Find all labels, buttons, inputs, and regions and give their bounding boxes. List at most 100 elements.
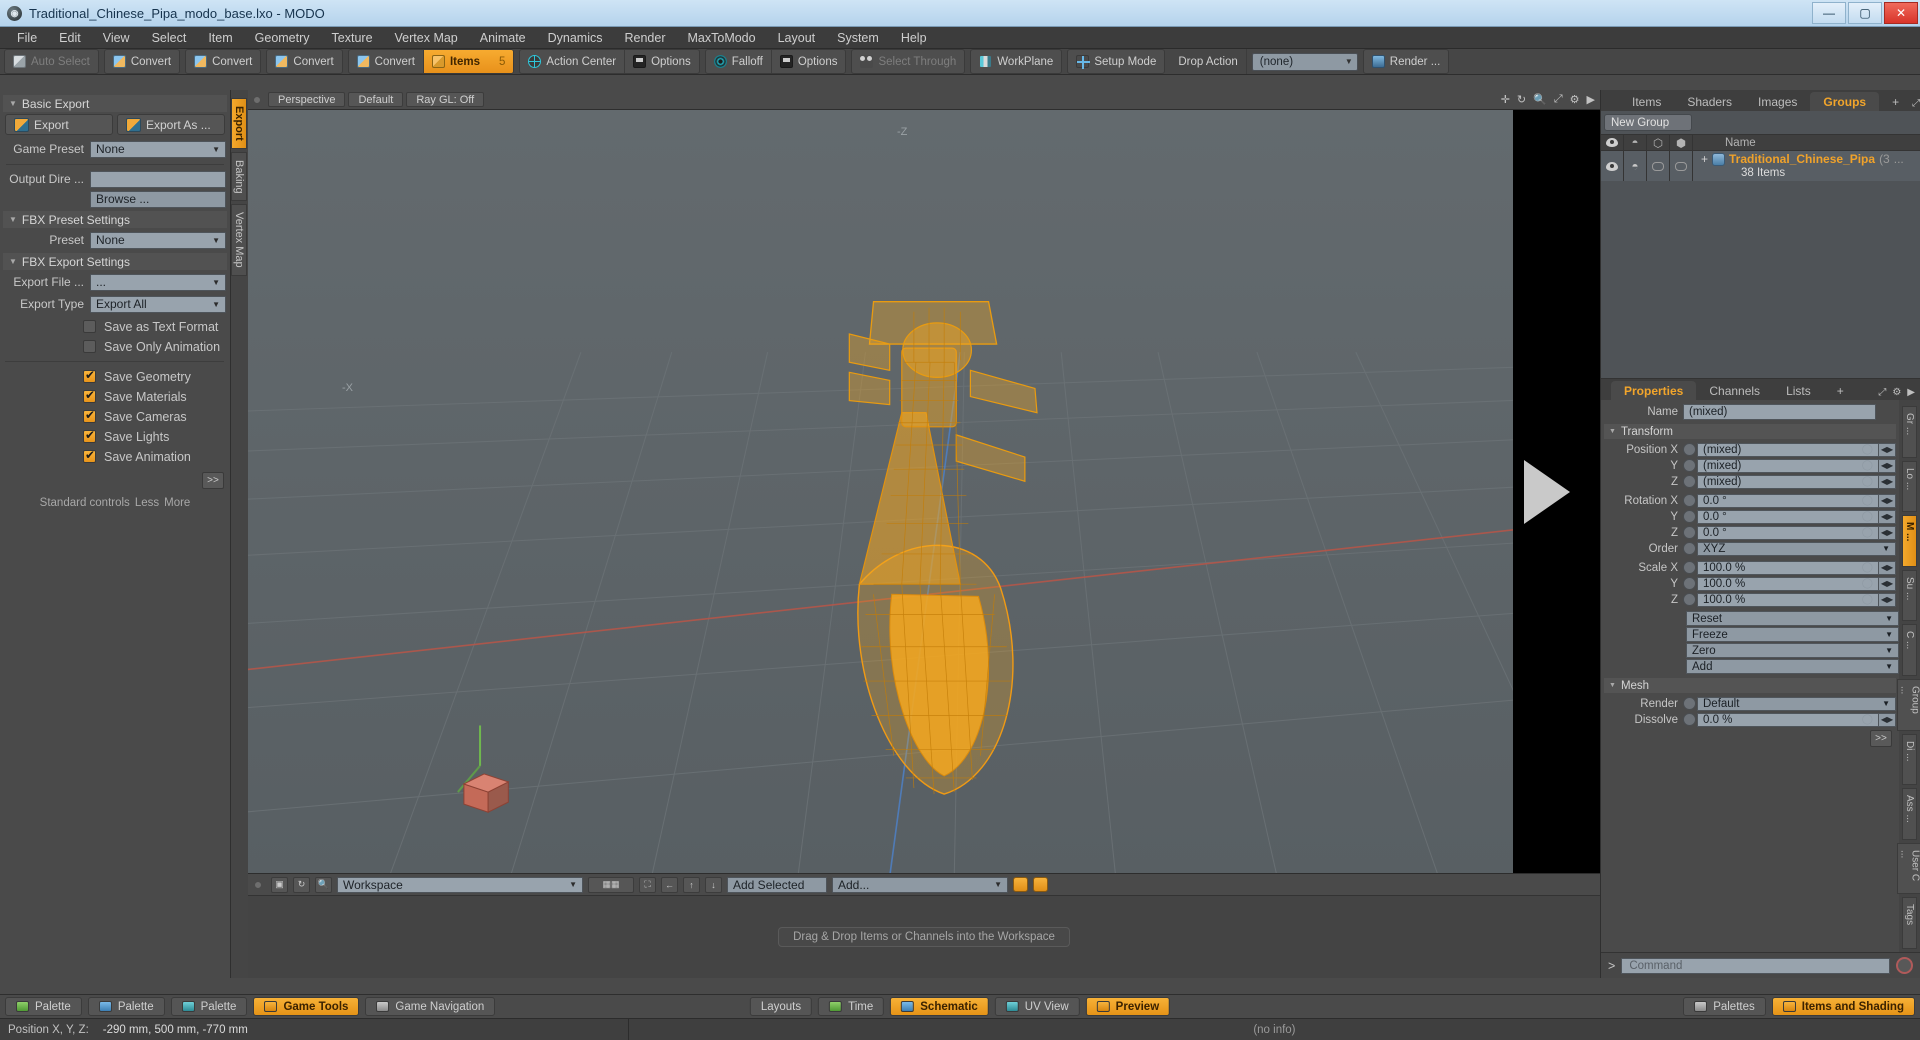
mesh-dropdown[interactable]: Default ▼ bbox=[1697, 696, 1896, 711]
spinner-icon[interactable]: ◀▶ bbox=[1879, 712, 1896, 727]
checkbox-icon[interactable] bbox=[83, 408, 96, 423]
channel-knob-icon[interactable] bbox=[1683, 510, 1696, 523]
toolbar-button-render[interactable]: Render ... bbox=[1364, 50, 1449, 73]
checkbox-row-save-as-text-format[interactable]: Save as Text Format bbox=[83, 317, 230, 336]
bottom-button-palette[interactable]: Palette bbox=[170, 997, 248, 1016]
bottom-button-uv-view[interactable]: UV View bbox=[994, 997, 1080, 1016]
transform-input[interactable]: (mixed) ◯ bbox=[1697, 442, 1879, 457]
row-visibility-toggle[interactable] bbox=[1601, 151, 1624, 181]
transform-input[interactable]: (mixed) ◯ bbox=[1697, 474, 1879, 489]
spinner-icon[interactable]: ◀▶ bbox=[1879, 442, 1896, 457]
channel-knob-icon[interactable] bbox=[1683, 494, 1696, 507]
side-tab-group[interactable]: Group ... bbox=[1896, 678, 1920, 731]
menu-item-vertex-map[interactable]: Vertex Map bbox=[384, 27, 469, 49]
channel-knob-icon[interactable] bbox=[1683, 697, 1696, 710]
checkbox-row-save-geometry[interactable]: Save Geometry bbox=[83, 367, 230, 386]
left-vtab-export[interactable]: Export bbox=[231, 98, 247, 149]
schematic-frame-icon[interactable]: ⛶ bbox=[639, 876, 656, 893]
command-input[interactable]: Command bbox=[1621, 957, 1890, 974]
rotate-view-icon[interactable]: ↻ bbox=[1517, 93, 1526, 106]
checkbox-icon[interactable] bbox=[83, 428, 96, 443]
schematic-add-icon[interactable]: ▣ bbox=[271, 876, 288, 893]
transform-input[interactable]: 0.0 ° ◯ bbox=[1697, 525, 1879, 540]
browse-button[interactable]: Browse ... bbox=[90, 190, 226, 208]
spinner-icon[interactable]: ◀▶ bbox=[1879, 592, 1896, 607]
row-expand-icon[interactable]: + bbox=[1701, 152, 1708, 166]
tab-shaders[interactable]: Shaders bbox=[1674, 92, 1745, 111]
tab-items[interactable]: Items bbox=[1619, 92, 1674, 111]
transform-input[interactable]: 100.0 % ◯ bbox=[1697, 576, 1879, 591]
row-select-toggle[interactable] bbox=[1670, 151, 1693, 181]
bottom-button-game-navigation[interactable]: Game Navigation bbox=[365, 997, 496, 1016]
checkbox-icon[interactable] bbox=[83, 448, 96, 463]
transform-input[interactable]: 100.0 % ◯ bbox=[1697, 560, 1879, 575]
channel-knob-icon[interactable] bbox=[1683, 713, 1696, 726]
schematic-search-icon[interactable]: 🔍 bbox=[315, 876, 332, 893]
export-as-button[interactable]: Export As ... bbox=[117, 114, 225, 135]
menu-item-view[interactable]: View bbox=[92, 27, 141, 49]
left-vtab-vertex-map[interactable]: Vertex Map bbox=[231, 204, 247, 277]
play-preview-icon[interactable] bbox=[1524, 459, 1570, 524]
viewport-view-selector[interactable]: Perspective bbox=[268, 92, 346, 107]
side-tab-userc[interactable]: User C ... bbox=[1896, 842, 1920, 895]
spinner-icon[interactable]: ◀▶ bbox=[1879, 560, 1896, 575]
transform-action-freeze[interactable]: Freeze ▼ bbox=[1686, 627, 1899, 642]
transform-input[interactable]: 0.0 ° ◯ bbox=[1697, 493, 1879, 508]
side-tab-c[interactable]: C ... bbox=[1902, 624, 1917, 676]
export-type-dropdown[interactable]: Export All ▼ bbox=[90, 295, 226, 313]
ptab-properties[interactable]: Properties bbox=[1611, 381, 1697, 400]
checkbox-icon[interactable] bbox=[83, 340, 96, 353]
menu-item-file[interactable]: File bbox=[6, 27, 48, 49]
toolbar-button-options[interactable]: Options bbox=[772, 50, 846, 73]
toolbar-button-action-center[interactable]: Action Center bbox=[520, 50, 626, 73]
more-link[interactable]: More bbox=[164, 497, 190, 509]
checkbox-row-save-animation[interactable]: Save Animation bbox=[83, 447, 230, 466]
animate-icon[interactable]: ◯ bbox=[1862, 527, 1873, 538]
side-tab-lo[interactable]: Lo ... bbox=[1902, 460, 1917, 513]
bottom-button-schematic[interactable]: Schematic bbox=[890, 997, 989, 1016]
transform-action-reset[interactable]: Reset ▼ bbox=[1686, 611, 1899, 626]
toolbar-button-select-through[interactable]: Select Through bbox=[852, 50, 964, 73]
schematic-grid-icon[interactable]: ▦▦ bbox=[588, 876, 634, 893]
channel-knob-icon[interactable] bbox=[1683, 577, 1696, 590]
transform-action-zero[interactable]: Zero ▼ bbox=[1686, 643, 1899, 658]
transform-dropdown[interactable]: XYZ ▼ bbox=[1697, 541, 1896, 556]
game-preset-dropdown[interactable]: None ▼ bbox=[90, 140, 226, 158]
maximize-button[interactable]: ▢ bbox=[1848, 2, 1882, 24]
side-tab-m[interactable]: M ... bbox=[1902, 515, 1917, 567]
schematic-down-icon[interactable]: ↓ bbox=[705, 876, 722, 893]
row-lock-toggle[interactable] bbox=[1647, 151, 1670, 181]
mesh-input[interactable]: 0.0 % ◯ bbox=[1697, 712, 1879, 727]
side-tab-di[interactable]: Di ... bbox=[1902, 733, 1917, 786]
ptab-+[interactable]: + bbox=[1824, 381, 1857, 400]
export-button[interactable]: Export bbox=[5, 114, 113, 135]
schematic-canvas[interactable]: Drag & Drop Items or Channels into the W… bbox=[248, 896, 1600, 978]
move-view-icon[interactable]: ✛ bbox=[1501, 93, 1510, 106]
tab-images[interactable]: Images bbox=[1745, 92, 1810, 111]
tab-groups[interactable]: Groups bbox=[1810, 92, 1880, 111]
toolbar-button-convert[interactable]: Convert bbox=[105, 50, 179, 73]
schematic-back-icon[interactable]: ← bbox=[661, 876, 678, 893]
toolbar-button-convert[interactable]: Convert bbox=[186, 50, 260, 73]
zoom-view-icon[interactable]: 🔍 bbox=[1533, 93, 1547, 106]
drop-action-dropdown[interactable]: (none) ▼ bbox=[1251, 52, 1358, 71]
channel-knob-icon[interactable] bbox=[1683, 526, 1696, 539]
toolbar-button-falloff[interactable]: Falloff bbox=[706, 50, 772, 73]
export-file-input[interactable]: ... ▼ bbox=[90, 273, 226, 291]
schematic-up-icon[interactable]: ↑ bbox=[683, 876, 700, 893]
checkbox-row-save-only-animation[interactable]: Save Only Animation bbox=[83, 337, 230, 356]
output-directory-input[interactable] bbox=[90, 170, 226, 188]
channel-knob-icon[interactable] bbox=[1683, 561, 1696, 574]
expand-panel-icon[interactable]: ⤢ bbox=[1912, 98, 1920, 109]
schematic-color-a-icon[interactable] bbox=[1013, 877, 1028, 892]
bottom-button-time[interactable]: Time bbox=[818, 997, 885, 1016]
transform-input[interactable]: 100.0 % ◯ bbox=[1697, 592, 1879, 607]
schematic-add-dropdown[interactable]: Add... ▼ bbox=[832, 876, 1008, 893]
menu-item-select[interactable]: Select bbox=[141, 27, 198, 49]
menu-item-maxtomodo[interactable]: MaxToModo bbox=[677, 27, 767, 49]
transform-action-add[interactable]: Add ▼ bbox=[1686, 659, 1899, 674]
animate-icon[interactable]: ◯ bbox=[1862, 460, 1873, 471]
checkbox-icon[interactable] bbox=[83, 388, 96, 403]
menu-item-render[interactable]: Render bbox=[614, 27, 677, 49]
channel-knob-icon[interactable] bbox=[1683, 542, 1696, 555]
